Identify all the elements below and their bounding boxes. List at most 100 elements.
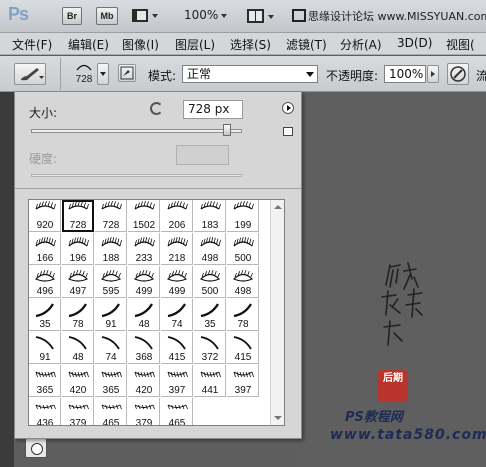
menu-filter[interactable]: 滤镜(T) [286, 36, 327, 53]
brush-tip-thumb-icon [167, 303, 186, 318]
picker-menu-icon[interactable] [282, 102, 294, 114]
brush-preset-cell[interactable]: 436 [29, 398, 61, 425]
brush-preset-cell[interactable]: 199 [227, 200, 259, 232]
brush-preset-cell[interactable]: 441 [194, 365, 226, 397]
menu-edit[interactable]: 编辑(E) [68, 36, 109, 53]
size-input[interactable]: 728 px [183, 100, 243, 119]
opacity-label: 不透明度: [326, 69, 379, 83]
pressure-opacity-toggle[interactable] [447, 63, 469, 85]
brush-preset-cell[interactable]: 78 [62, 299, 94, 331]
brush-tip-thumb-icon [134, 336, 153, 350]
brush-preset-size: 166 [36, 253, 54, 264]
brush-preset-cell[interactable]: 379 [62, 398, 94, 425]
brush-preset-cell[interactable]: 415 [227, 332, 259, 364]
menu-view[interactable]: 视图( [446, 36, 475, 53]
new-preset-icon[interactable] [283, 127, 293, 136]
screen-mode-icon[interactable] [292, 9, 306, 23]
brush-tip-thumb-icon [134, 201, 155, 210]
tool-preset-picker[interactable] [14, 63, 46, 85]
brush-preset-cell[interactable]: 48 [62, 332, 94, 364]
brush-tip-thumb-icon [100, 269, 122, 282]
brush-preset-picker: 大小: 728 px 硬度: 920 728 728 1502 206 183 199 166… [14, 91, 302, 439]
brush-preset-cell[interactable]: 74 [161, 299, 193, 331]
brush-preset-cell[interactable]: 920 [29, 200, 61, 232]
brush-preset-cell[interactable]: 218 [161, 233, 193, 265]
brush-preset-cell[interactable]: 183 [194, 200, 226, 232]
brush-preset-cell[interactable]: 496 [29, 266, 61, 298]
brush-preset-cell[interactable]: 91 [29, 332, 61, 364]
menu-analysis[interactable]: 分析(A) [340, 36, 382, 53]
brush-preset-cell[interactable]: 397 [161, 365, 193, 397]
brush-preset-cell[interactable]: 35 [194, 299, 226, 331]
brush-preset-size: 35 [204, 319, 216, 330]
brush-preset-cell[interactable]: 415 [161, 332, 193, 364]
blend-mode-select[interactable]: 正常 [182, 65, 318, 83]
brush-tip-thumb-icon [199, 269, 221, 282]
brush-tip-thumb-icon [233, 371, 254, 378]
options-bar: 728 模式: 正常 不透明度: 100% 流 [0, 56, 486, 92]
brush-preset-cell[interactable]: 196 [62, 233, 94, 265]
brush-preset-cell[interactable]: 397 [227, 365, 259, 397]
brush-preset-cell[interactable]: 166 [29, 233, 61, 265]
menu-file[interactable]: 文件(F) [12, 36, 52, 53]
brush-tip-thumb-icon [166, 269, 188, 282]
brush-preset-cell[interactable]: 74 [95, 332, 127, 364]
brush-preset-cell[interactable]: 499 [128, 266, 160, 298]
menu-3d[interactable]: 3D(D) [397, 36, 432, 50]
brush-preset-cell[interactable]: 465 [161, 398, 193, 425]
scroll-down-icon[interactable] [274, 416, 282, 420]
brush-preset-cell[interactable]: 420 [62, 365, 94, 397]
brush-preset-cell[interactable]: 368 [128, 332, 160, 364]
brush-tip-thumb-icon [133, 269, 155, 282]
size-slider[interactable] [31, 129, 242, 133]
arrange-documents-dropdown[interactable] [246, 7, 278, 25]
brush-preset-cell[interactable]: 500 [194, 266, 226, 298]
brush-tip-thumb-icon [200, 303, 219, 318]
brush-preset-cell[interactable]: 365 [95, 365, 127, 397]
brush-panel-toggle[interactable] [118, 64, 136, 82]
menu-select[interactable]: 选择(S) [230, 36, 271, 53]
opacity-input[interactable]: 100% [384, 65, 426, 83]
zoom-level-dropdown[interactable]: 100% [184, 8, 228, 22]
minibridge-button[interactable]: Mb [96, 7, 118, 25]
brush-preset-cell[interactable]: 465 [95, 398, 127, 425]
brush-preset-cell[interactable]: 365 [29, 365, 61, 397]
scroll-up-icon[interactable] [274, 205, 282, 209]
grid-scrollbar[interactable] [270, 200, 284, 425]
brush-tip-thumb-icon [101, 237, 122, 247]
brush-preset-cell[interactable]: 379 [128, 398, 160, 425]
size-slider-thumb[interactable] [223, 124, 232, 136]
view-extras-dropdown[interactable] [131, 7, 161, 25]
menu-layer[interactable]: 图层(L) [175, 36, 215, 53]
brush-preset-cell[interactable]: 728 [62, 200, 94, 232]
brush-picker-toggle[interactable] [97, 63, 109, 85]
brush-tip-thumb-icon [68, 237, 89, 247]
brush-preset-cell[interactable]: 420 [128, 365, 160, 397]
quick-mask-toggle[interactable] [25, 438, 47, 458]
brush-preset-cell[interactable]: 35 [29, 299, 61, 331]
zoom-value: 100% [184, 8, 219, 22]
brush-preset-cell[interactable]: 372 [194, 332, 226, 364]
brush-preset-size: 218 [168, 253, 186, 264]
brush-preset-cell[interactable]: 497 [62, 266, 94, 298]
brush-preset-cell[interactable]: 499 [161, 266, 193, 298]
brush-preset-cell[interactable]: 1502 [128, 200, 160, 232]
brush-preset-cell[interactable]: 188 [95, 233, 127, 265]
brush-preset-cell[interactable]: 498 [227, 266, 259, 298]
brush-preset-cell[interactable]: 500 [227, 233, 259, 265]
brush-preset-cell[interactable]: 595 [95, 266, 127, 298]
reset-size-icon[interactable] [150, 102, 163, 115]
brush-preset-cell[interactable]: 728 [95, 200, 127, 232]
bridge-button[interactable]: Br [62, 7, 82, 25]
menu-image[interactable]: 图像(I) [122, 36, 159, 53]
brush-preset-cell[interactable]: 78 [227, 299, 259, 331]
brush-preset-size: 199 [234, 220, 252, 231]
brush-preset-cell[interactable]: 48 [128, 299, 160, 331]
opacity-slider-toggle[interactable] [427, 65, 439, 83]
brush-preset-preview[interactable]: 728 [72, 59, 96, 89]
brush-preset-cell[interactable]: 206 [161, 200, 193, 232]
brush-preset-cell[interactable]: 233 [128, 233, 160, 265]
brush-preset-size: 499 [168, 286, 186, 297]
brush-preset-cell[interactable]: 498 [194, 233, 226, 265]
brush-preset-cell[interactable]: 91 [95, 299, 127, 331]
